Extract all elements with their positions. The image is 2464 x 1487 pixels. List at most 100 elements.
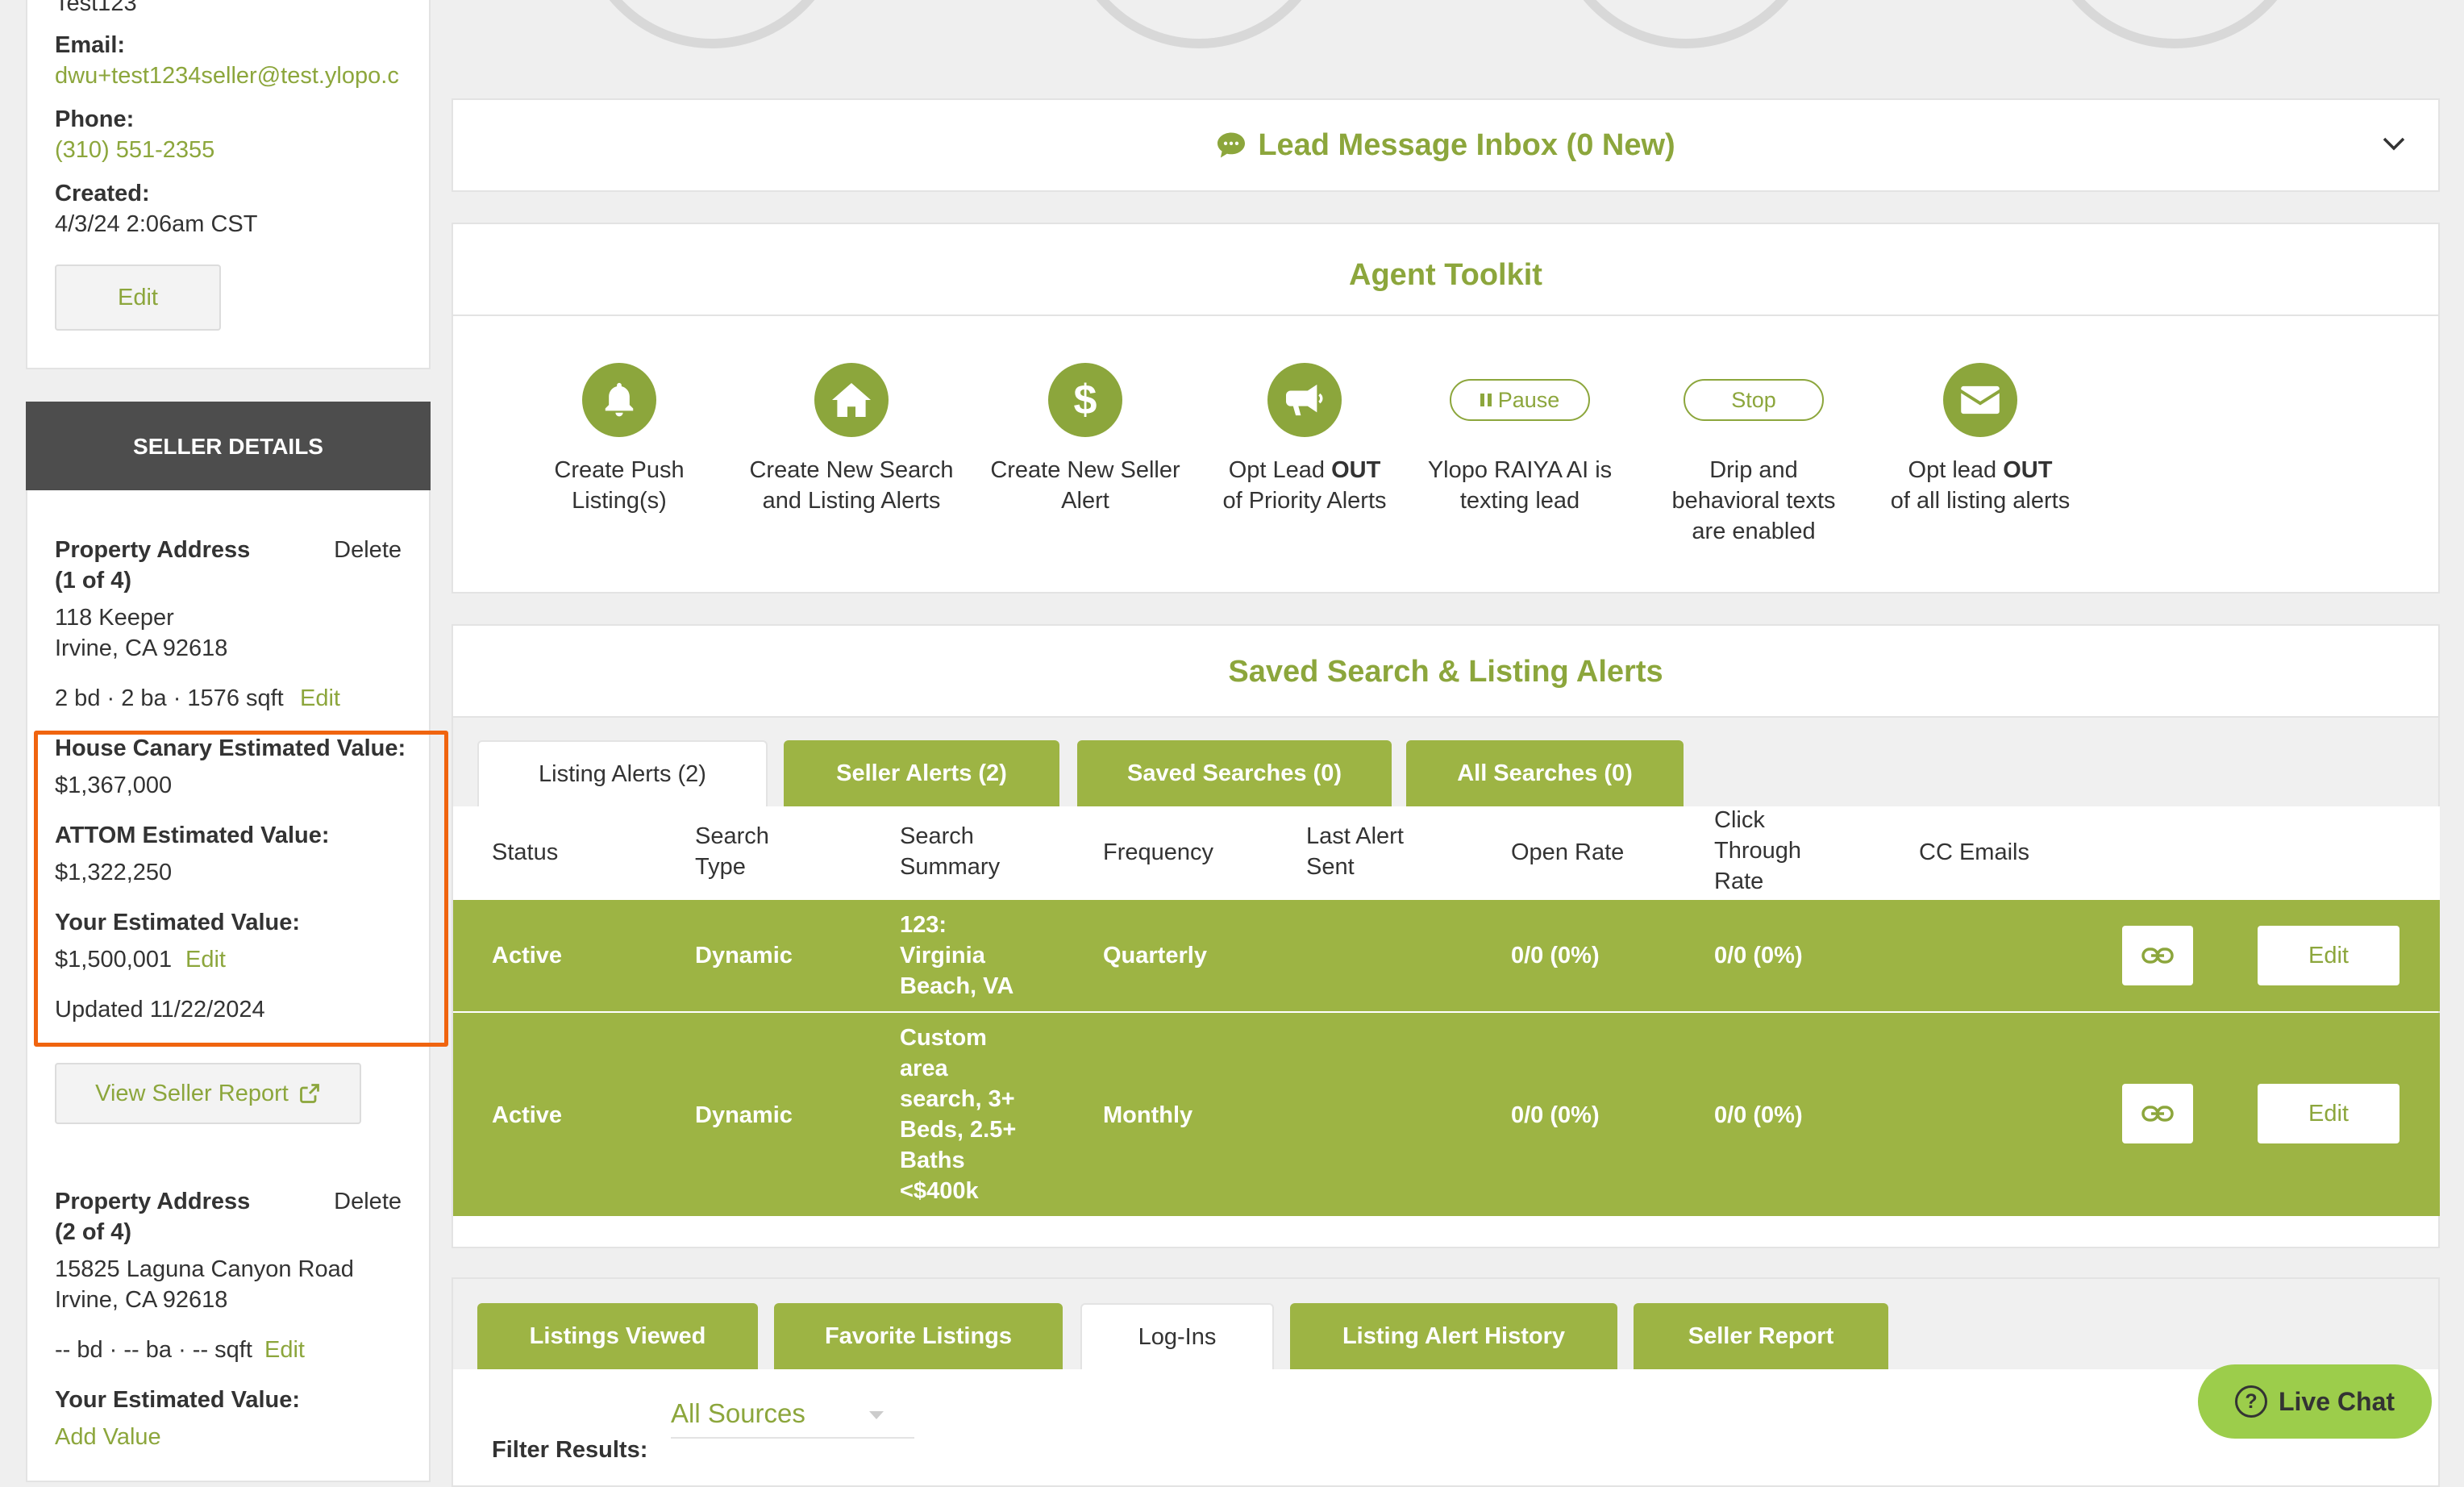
opt-out-listing-alerts-label[interactable]: Opt lead OUT of all listing alerts — [1859, 455, 2101, 516]
property-address-label: Property Address — [55, 537, 251, 563]
link-icon — [2141, 948, 2174, 964]
row-ctr: 0/0 (0%) — [1714, 1102, 1803, 1128]
bell-icon — [605, 382, 634, 417]
property-street: 118 Keeper — [55, 605, 174, 631]
create-push-listing-button[interactable] — [582, 363, 656, 437]
lead-message-inbox[interactable]: Lead Message Inbox (0 New) — [452, 98, 2440, 192]
row-type: Dynamic — [695, 1102, 793, 1128]
create-seller-alert-button[interactable]: $ — [1048, 363, 1122, 437]
copy-link-button[interactable] — [2122, 926, 2193, 985]
col-status: Status — [492, 839, 559, 865]
col-frequency: Frequency — [1103, 839, 1214, 865]
filter-results-label: Filter Results: — [492, 1437, 648, 1463]
opt-out-priority-alerts-label[interactable]: Opt Lead OUT of Priority Alerts — [1200, 455, 1409, 516]
contact-edit-button[interactable]: Edit — [55, 264, 221, 331]
drip-texts-status: Drip and behavioral texts are enabled — [1671, 457, 1836, 544]
agent-toolkit-title: Agent Toolkit — [1349, 258, 1542, 292]
property-street-2: 15825 Laguna Canyon Road — [55, 1256, 354, 1282]
phone-label: Phone: — [55, 106, 135, 132]
property-specs: 2 bd · 2 ba · 1576 sqft — [55, 685, 284, 711]
phone-link[interactable]: (310) 551-2355 — [55, 137, 214, 164]
view-seller-report-button[interactable]: View Seller Report — [55, 1063, 361, 1124]
home-icon — [832, 383, 871, 417]
stat-gauge-1 — [579, 0, 845, 48]
tab-seller-report[interactable]: Seller Report — [1634, 1303, 1888, 1369]
edit-alert-button[interactable]: Edit — [2258, 926, 2399, 985]
property-specs-2: -- bd · -- ba · -- sqft — [55, 1337, 252, 1363]
tab-seller-alerts[interactable]: Seller Alerts (2) — [784, 740, 1059, 806]
created-label: Created: — [55, 181, 150, 206]
create-push-listing-label[interactable]: Create Push Listing(s) — [522, 455, 716, 516]
pause-label: Pause — [1497, 387, 1560, 412]
row-open-rate: 0/0 (0%) — [1511, 1102, 1600, 1128]
table-row: Active Dynamic Custom area search, 3+ Beds,… — [453, 1013, 2440, 1216]
agent-toolkit-panel: Agent Toolkit Create Push Listing(s) Cre… — [452, 223, 2440, 594]
copy-link-button[interactable] — [2122, 1084, 2193, 1143]
property-specs-edit-link-2[interactable]: Edit — [264, 1337, 305, 1364]
tab-listings-viewed[interactable]: Listings Viewed — [477, 1303, 758, 1369]
create-seller-alert-label[interactable]: Create New Seller Alert — [980, 455, 1190, 516]
row-frequency: Monthly — [1103, 1102, 1193, 1128]
property-address-label-2: Property Address — [55, 1189, 251, 1214]
ai-texting-status: Ylopo RAIYA AI is texting lead — [1427, 457, 1613, 514]
external-link-icon — [299, 1084, 319, 1103]
col-open-rate: Open Rate — [1511, 839, 1625, 865]
your-estimate-label-2: Your Estimated Value: — [55, 1387, 301, 1413]
property-count: (1 of 4) — [55, 568, 132, 594]
col-search-type: Search Type — [695, 823, 769, 880]
email-label: Email: — [55, 32, 126, 58]
row-status: Active — [492, 1102, 563, 1128]
saved-search-title: Saved Search & Listing Alerts — [1228, 655, 1663, 689]
link-icon — [2141, 1106, 2174, 1122]
chevron-down-icon[interactable] — [2382, 135, 2406, 152]
opt-out-priority-alerts-button[interactable] — [1267, 363, 1342, 437]
source-filter-select[interactable]: All Sources — [671, 1392, 914, 1439]
chat-bubble-icon — [1217, 132, 1246, 158]
email-link[interactable]: dwu+test1234seller@test.ylopo.c — [55, 63, 399, 90]
pause-icon — [1480, 394, 1492, 406]
tab-all-searches[interactable]: All Searches (0) — [1406, 740, 1684, 806]
row-summary: 123: Virginia Beach, VA — [900, 912, 1014, 999]
row-summary: Custom area search, 3+ Beds, 2.5+ Baths <$400… — [900, 1025, 1017, 1204]
col-last-alert: Last Alert Sent — [1306, 823, 1404, 880]
table-row: Active Dynamic 123: Virginia Beach, VA Qua… — [453, 900, 2440, 1011]
col-ctr: Click Through Rate — [1714, 807, 1802, 894]
estimated-values-highlight — [34, 731, 448, 1047]
edit-alert-button[interactable]: Edit — [2258, 1084, 2399, 1143]
tab-log-ins[interactable]: Log-Ins — [1080, 1303, 1274, 1369]
created-value: 4/3/24 2:06am CST — [55, 211, 258, 237]
tab-listing-alert-history[interactable]: Listing Alert History — [1290, 1303, 1617, 1369]
tab-favorite-listings[interactable]: Favorite Listings — [774, 1303, 1063, 1369]
live-chat-button[interactable]: ? Live Chat — [2198, 1364, 2432, 1439]
view-seller-report-label: View Seller Report — [95, 1080, 289, 1106]
create-search-alerts-button[interactable] — [814, 363, 889, 437]
delete-property-link[interactable]: Delete — [334, 537, 402, 564]
property-specs-edit-link[interactable]: Edit — [300, 685, 340, 712]
add-value-link[interactable]: Add Value — [55, 1424, 161, 1451]
contact-card: Test123 Email: dwu+test1234seller@test.y… — [26, 0, 431, 369]
toolkit-divider — [453, 314, 2438, 316]
row-frequency: Quarterly — [1103, 943, 1207, 968]
live-chat-label: Live Chat — [2278, 1386, 2395, 1416]
col-cc-emails: CC Emails — [1919, 839, 2029, 865]
property-city-2: Irvine, CA 92618 — [55, 1287, 228, 1313]
delete-property-link-2[interactable]: Delete — [334, 1189, 402, 1215]
tab-listing-alerts[interactable]: Listing Alerts (2) — [477, 740, 768, 806]
property-count-2: (2 of 4) — [55, 1219, 132, 1245]
property-city: Irvine, CA 92618 — [55, 635, 228, 661]
row-type: Dynamic — [695, 943, 793, 968]
stop-drip-button[interactable]: Stop — [1684, 379, 1824, 421]
caret-down-icon — [869, 1411, 884, 1419]
stat-gauge-3 — [1553, 0, 1819, 48]
source-filter-value: All Sources — [671, 1398, 805, 1428]
stat-gauge-2 — [1066, 0, 1332, 48]
tab-saved-searches[interactable]: Saved Searches (0) — [1077, 740, 1392, 806]
envelope-icon — [1961, 385, 2000, 414]
create-search-alerts-label[interactable]: Create New Search and Listing Alerts — [739, 455, 964, 516]
help-icon: ? — [2234, 1385, 2267, 1418]
seller-details-header: SELLER DETAILS — [26, 402, 431, 492]
opt-out-listing-alerts-button[interactable] — [1943, 363, 2017, 437]
dollar-icon: $ — [1073, 377, 1097, 423]
pause-ai-texting-button[interactable]: Pause — [1450, 379, 1590, 421]
row-status: Active — [492, 943, 563, 968]
